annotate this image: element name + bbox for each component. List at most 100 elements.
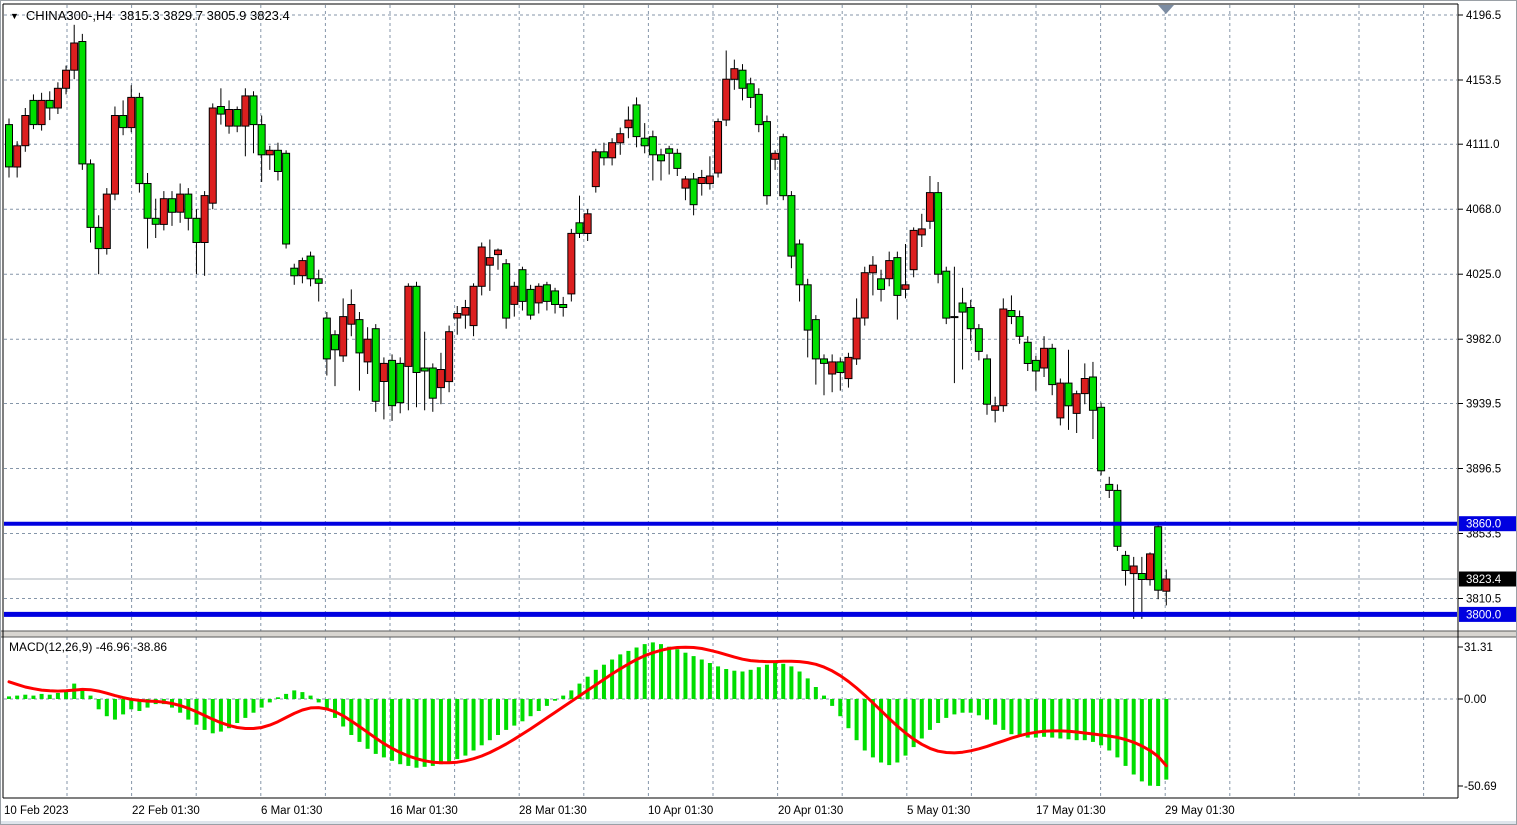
macd-bar [472,699,476,751]
time-axis-label: 17 May 01:30 [1036,805,1106,817]
candle [71,43,78,70]
candle [829,362,836,374]
macd-bar [382,699,386,757]
candle [291,268,298,276]
candle [1049,348,1056,384]
price-axis-label: 3939.5 [1466,399,1501,411]
candle [845,357,852,378]
candle [437,370,444,388]
candle [470,286,477,325]
macd-bar [683,653,687,699]
time-axis-label: 29 May 01:30 [1165,805,1235,817]
macd-bar [749,670,753,699]
macd-bar [1107,699,1111,751]
macd-bar [243,699,247,718]
candle [780,137,787,196]
macd-bar [561,696,565,699]
candle [649,137,656,155]
macd-bar [276,697,280,699]
candle [861,273,868,318]
price-axis-label: 4025.0 [1466,269,1501,281]
candle [600,152,607,158]
candle [1138,574,1145,580]
panel-separator[interactable] [1,631,1517,637]
macd-bar [219,699,223,732]
candle [421,368,428,371]
time-axis-label: 10 Apr 01:30 [648,805,713,817]
candle [1073,394,1080,414]
time-axis-label: 28 Mar 01:30 [519,805,587,817]
macd-bar [936,699,940,723]
candle [772,153,779,159]
bid-price-badge-text: 3823.4 [1466,574,1502,586]
chart-svg: 4196.54153.54111.04068.04025.03982.03939… [1,1,1517,825]
macd-bar [692,656,696,699]
candle [837,362,844,373]
candle [389,360,396,405]
time-axis-label: 16 Mar 01:30 [390,805,458,817]
macd-bar [496,699,500,735]
candle [1008,311,1015,317]
macd-bar [431,699,435,766]
macd-bar [781,664,785,699]
macd-indicator-label: MACD(12,26,9) -46.96 -38.86 [9,640,167,654]
price-axis-label: 3810.5 [1466,594,1501,606]
candle [177,194,184,212]
chart-canvas[interactable]: 4196.54153.54111.04068.04025.03982.03939… [1,1,1517,825]
candle [372,329,379,402]
candle [1032,360,1039,371]
macd-bar [610,660,614,700]
candle [217,107,224,115]
time-axis-label: 5 May 01:30 [907,805,970,817]
chart-window: ▼CHINA300-,H4 3815.3 3829.7 3805.9 3823.… [0,0,1517,825]
candle [560,305,567,308]
symbol-dropdown-icon[interactable]: ▼ [10,11,19,21]
price-badge-3800-text: 3800.0 [1466,609,1501,621]
macd-bar [333,699,337,718]
candle [763,122,770,196]
macd-bar [553,699,557,701]
candle [14,146,21,167]
candle [462,308,469,316]
macd-bar [1156,699,1160,786]
macd-bar [846,699,850,728]
candle [144,184,151,219]
macd-bar [56,693,60,699]
macd-bar [357,699,361,742]
macd-bar [765,665,769,699]
candle [201,196,208,243]
macd-bar [211,699,215,733]
macd-bar [1058,699,1062,739]
candle [63,70,70,88]
candle [54,88,61,108]
macd-axis-label: 0.00 [1464,694,1486,706]
candle [1130,566,1137,574]
candle [853,318,860,359]
candle [1057,383,1064,418]
candle [910,230,917,269]
price-axis-label: 4153.5 [1466,75,1501,87]
macd-bar [830,699,834,706]
macd-bar [871,699,875,757]
candle [747,84,754,98]
macd-bar [977,699,981,715]
candle [617,134,624,143]
macd-bar [1075,699,1079,740]
candle [242,96,249,126]
candle [332,335,339,350]
candle [723,79,730,120]
macd-bar [716,666,720,699]
candle [128,97,135,127]
macd-bar [520,699,524,721]
macd-bar [121,699,125,714]
candle [641,138,648,146]
candle [495,250,502,255]
macd-bar [292,690,296,699]
price-axis-label: 3896.5 [1466,464,1501,476]
candle [706,176,713,184]
candle [568,233,575,294]
time-axis-label: 20 Apr 01:30 [778,805,843,817]
macd-bar [488,699,492,740]
candle [356,320,363,353]
candle [340,317,347,356]
